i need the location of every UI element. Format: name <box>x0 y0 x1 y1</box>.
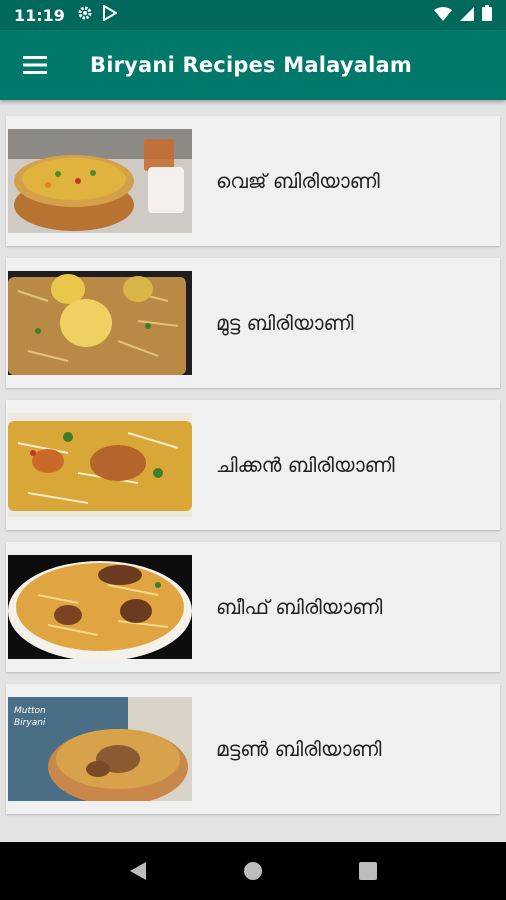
recipe-card-beef[interactable]: ബീഫ് ബിരിയാണി <box>6 542 500 672</box>
back-icon[interactable] <box>118 851 158 891</box>
recipe-label: ബീഫ് ബിരിയാണി <box>216 595 383 619</box>
wifi-icon <box>434 6 452 25</box>
hamburger-menu-icon[interactable] <box>0 30 70 100</box>
battery-icon <box>482 5 492 25</box>
mutton-thumb-text: Mutton <box>14 706 46 716</box>
beef-biryani-photo <box>8 555 192 659</box>
status-bar: 11:19 <box>0 0 506 30</box>
egg-biryani-photo <box>8 271 192 375</box>
chicken-biryani-photo <box>8 413 192 517</box>
app-bar: Biryani Recipes Malayalam <box>0 30 506 100</box>
home-icon[interactable] <box>233 851 273 891</box>
mutton-biryani-photo: Mutton Biryani <box>8 697 192 801</box>
veg-biryani-photo <box>8 129 192 233</box>
recipe-label: മട്ടൺ ബിരിയാണി <box>216 737 382 761</box>
recipe-label: മുട്ട ബിരിയാണി <box>216 311 354 335</box>
recipe-card-egg[interactable]: മുട്ട ബിരിയാണി <box>6 258 500 388</box>
recipe-card-chicken[interactable]: ചിക്കൻ ബിരിയാണി <box>6 400 500 530</box>
recipe-list[interactable]: വെജ് ബിരിയാണി മുട്ട ബിരിയാണി ചിക്കൻ ബിരി… <box>0 100 506 842</box>
recipe-label: ചിക്കൻ ബിരിയാണി <box>216 453 395 477</box>
status-time: 11:19 <box>14 5 65 25</box>
navigation-bar <box>0 842 506 900</box>
gear-icon <box>77 5 93 25</box>
play-store-icon <box>102 4 118 25</box>
recipe-card-mutton[interactable]: Mutton Biryani മട്ടൺ ബിരിയാണി <box>6 684 500 814</box>
recipe-card-veg[interactable]: വെജ് ബിരിയാണി <box>6 116 500 246</box>
signal-icon <box>460 6 474 25</box>
recents-icon[interactable] <box>348 851 388 891</box>
app-title: Biryani Recipes Malayalam <box>90 53 412 77</box>
svg-text:Biryani: Biryani <box>14 718 46 728</box>
recipe-label: വെജ് ബിരിയാണി <box>216 169 380 193</box>
